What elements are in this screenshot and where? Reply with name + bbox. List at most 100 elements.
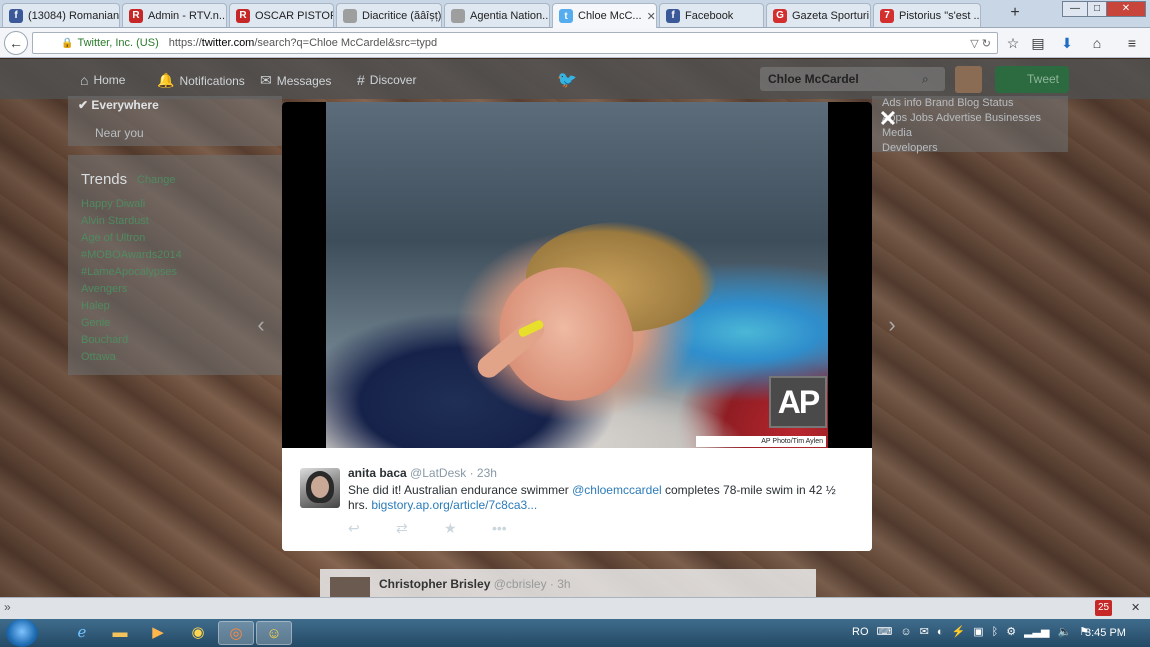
tweet-author-handle[interactable]: @LatDesk · 23h	[410, 466, 497, 480]
search-icon[interactable]: ⌕	[922, 72, 929, 87]
trend-item[interactable]: Happy Diwali	[81, 196, 182, 213]
trend-item[interactable]: Ottawa	[81, 349, 182, 366]
addon-badge[interactable]: 25	[1095, 600, 1112, 616]
background-tweet-avatar	[330, 577, 370, 597]
browser-tab[interactable]: f (13084) Romanian...	[2, 3, 120, 27]
compose-tweet-button[interactable]: Tweet	[995, 66, 1069, 93]
trend-item[interactable]: Genie	[81, 315, 182, 332]
language-indicator[interactable]: RO	[852, 626, 869, 638]
bluetooth-icon[interactable]: ᛒ	[992, 626, 999, 638]
browser-tab-label: Chloe McC...	[578, 10, 642, 22]
page-icon	[451, 8, 465, 23]
modal-close-button[interactable]: ✕	[878, 108, 898, 130]
network-icon[interactable]: ▂▃▅	[1024, 625, 1049, 638]
nav-discover[interactable]: # Discover	[357, 72, 416, 88]
trend-item[interactable]: Bouchard	[81, 332, 182, 349]
tray-app-icon[interactable]: ⚙	[1006, 625, 1016, 638]
new-tab-button[interactable]: +	[1004, 4, 1026, 24]
bookmark-star-icon[interactable]: ☆	[1003, 33, 1023, 53]
browser-tab[interactable]: f Facebook	[659, 3, 764, 27]
twitter-icon: t	[559, 9, 573, 23]
windows-taskbar: ℯ ▬ ▶ ◉ ◎ ☺ RO ⌨ ☺ ✉ ◐ ⚡ ▣ ᛒ ⚙ ▂▃▅ 🔈 ⚑ 3…	[0, 619, 1150, 647]
browser-tab-label: OSCAR PISTOR...	[255, 9, 333, 22]
trends-change-link[interactable]: Change	[137, 174, 176, 186]
messenger-icon[interactable]: ☺	[256, 621, 292, 645]
nav-home[interactable]: ⌂ Home	[80, 72, 125, 88]
tweet-author-name[interactable]: anita baca	[348, 466, 407, 480]
trend-item[interactable]: Alvin Stardust	[81, 213, 182, 230]
browser-tab[interactable]: Agentia Nation...	[444, 3, 550, 27]
media-container: AP AP Photo/Tim Aylen	[282, 102, 872, 448]
tweet-article-link[interactable]: bigstory.ap.org/article/7c8ca3...	[371, 498, 537, 512]
reading-list-icon[interactable]: ▤	[1028, 33, 1048, 53]
previous-media-button[interactable]: ‹	[251, 310, 271, 340]
nav-notifications[interactable]: 🔔 Notifications	[157, 72, 245, 89]
footer-links[interactable]: Ads info Brand Blog Status Apps Jobs Adv…	[872, 96, 1068, 154]
lock-icon: 🔒	[61, 37, 74, 49]
volume-icon[interactable]: 🔈	[1057, 625, 1071, 638]
browser-tab[interactable]: G Gazeta Sporturi...	[766, 3, 871, 27]
browser-tab-strip: f (13084) Romanian... R Admin - RTV.n... R OS…	[0, 0, 1150, 28]
trend-item[interactable]: Halep	[81, 298, 182, 315]
rtv-icon: R	[236, 8, 250, 23]
tray-app-icon[interactable]: ▣	[973, 625, 983, 638]
reload-icon[interactable]: ▽ ↻	[970, 37, 991, 50]
taskbar-clock[interactable]: 3:45 PM	[1085, 627, 1126, 639]
bell-icon: 🔔	[157, 72, 175, 88]
location-panel: ✔ Everywhere Near you	[68, 96, 282, 146]
browser-tab[interactable]: Diacritice (ăâîșț) - tr...	[336, 3, 442, 27]
browser-tab[interactable]: R OSCAR PISTOR...	[229, 3, 334, 27]
avatar-face	[311, 476, 329, 498]
ie-icon[interactable]: ℯ	[64, 621, 100, 645]
more-icon[interactable]: •••	[492, 520, 540, 537]
background-tweet-name[interactable]: Christopher Brisley	[379, 577, 490, 591]
back-button[interactable]: ←	[4, 31, 28, 55]
media-modal: AP AP Photo/Tim Aylen anita baca @LatDes…	[282, 102, 872, 551]
facebook-icon: f	[666, 8, 680, 23]
site-identity[interactable]: Twitter, Inc. (US)	[77, 37, 158, 49]
home-icon[interactable]: ⌂	[1087, 33, 1107, 53]
tray-app-icon[interactable]: ◐	[937, 626, 944, 638]
tweet-author-avatar[interactable]	[300, 468, 340, 508]
trend-item[interactable]: #LameApocalypses	[81, 264, 182, 281]
browser-navbar: ← 🔒 Twitter, Inc. (US) https:// twitter.…	[0, 28, 1150, 58]
nav-messages[interactable]: ✉ Messages	[260, 72, 331, 89]
tweet-photo[interactable]: AP AP Photo/Tim Aylen	[326, 102, 828, 448]
retweet-icon[interactable]: ⇄	[396, 520, 444, 537]
keyboard-icon[interactable]: ⌨	[877, 625, 893, 638]
media-player-icon[interactable]: ▶	[140, 621, 176, 645]
explorer-folder-icon[interactable]: ▬	[102, 621, 138, 645]
next-media-button[interactable]: ›	[882, 310, 902, 340]
browser-tab-label: Diacritice (ăâîșț) - tr...	[362, 9, 442, 22]
twitter-bird-icon[interactable]: 🐦	[557, 70, 577, 90]
browser-tab[interactable]: R Admin - RTV.n...	[122, 3, 227, 27]
trend-item[interactable]: Age of Ultron	[81, 230, 182, 247]
tray-app-icon[interactable]: ⚡	[952, 625, 966, 638]
reply-icon[interactable]: ↩	[348, 520, 396, 537]
download-icon[interactable]: ⬇	[1057, 33, 1077, 53]
user-avatar[interactable]	[955, 66, 982, 93]
trend-item[interactable]: Avengers	[81, 281, 182, 298]
maximize-button[interactable]: □	[1087, 1, 1107, 17]
browser-tab[interactable]: t Chloe McC... ✕	[552, 3, 657, 28]
tweet-text: She did it! Australian endurance swimmer…	[348, 483, 848, 513]
url-bar[interactable]: 🔒 Twitter, Inc. (US) https:// twitter.co…	[32, 32, 998, 54]
tray-app-icon[interactable]: ✉	[920, 625, 929, 638]
trend-item[interactable]: #MOBOAwards2014	[81, 247, 182, 264]
minimize-button[interactable]: —	[1062, 1, 1088, 17]
firefox-icon[interactable]: ◎	[218, 621, 254, 645]
tray-app-icon[interactable]: ☺	[900, 626, 911, 638]
window-close-button[interactable]: ✕	[1106, 1, 1146, 17]
chrome-icon[interactable]: ◉	[180, 621, 216, 645]
tab-close-icon[interactable]: ✕	[647, 10, 656, 23]
tweet-mention-link[interactable]: @chloemccardel	[572, 483, 662, 497]
favorite-icon[interactable]: ★	[444, 520, 492, 537]
start-button[interactable]	[6, 619, 38, 647]
twitter-search-input[interactable]: Chloe McCardel	[760, 67, 945, 91]
location-near-you[interactable]: Near you	[95, 126, 144, 140]
browser-tab[interactable]: 7 Pistorius "s'est ...	[873, 3, 981, 27]
menu-icon[interactable]: ≡	[1122, 33, 1142, 53]
addon-bar-close-icon[interactable]: ✕	[1131, 601, 1140, 614]
location-everywhere[interactable]: ✔ Everywhere	[78, 98, 159, 112]
addon-chevron-icon[interactable]: »	[4, 600, 11, 614]
